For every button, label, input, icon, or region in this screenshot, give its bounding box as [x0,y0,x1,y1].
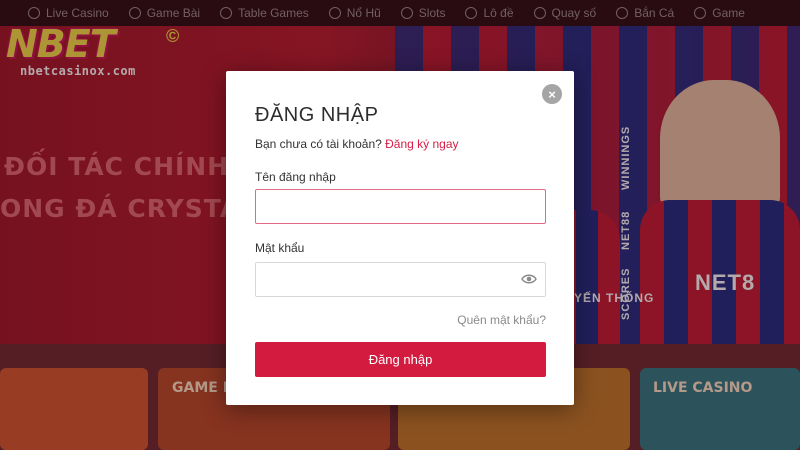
login-modal: ĐĂNG NHẬP × Bạn chưa có tài khoản? Đăng … [226,71,574,405]
username-label: Tên đăng nhập [255,170,336,184]
forgot-password-link[interactable]: Quên mật khẩu? [457,313,546,327]
login-button[interactable]: Đăng nhập [255,342,546,377]
eye-icon[interactable] [521,273,537,285]
close-icon: × [548,86,556,102]
signup-prompt: Bạn chưa có tài khoản? Đăng ký ngay [255,137,459,151]
no-account-text: Bạn chưa có tài khoản? [255,137,382,151]
username-input[interactable] [255,189,546,224]
password-label: Mật khẩu [255,241,305,255]
modal-title: ĐĂNG NHẬP [255,104,379,126]
signup-link[interactable]: Đăng ký ngay [385,137,458,151]
password-input[interactable] [255,262,546,297]
close-button[interactable]: × [542,84,562,104]
